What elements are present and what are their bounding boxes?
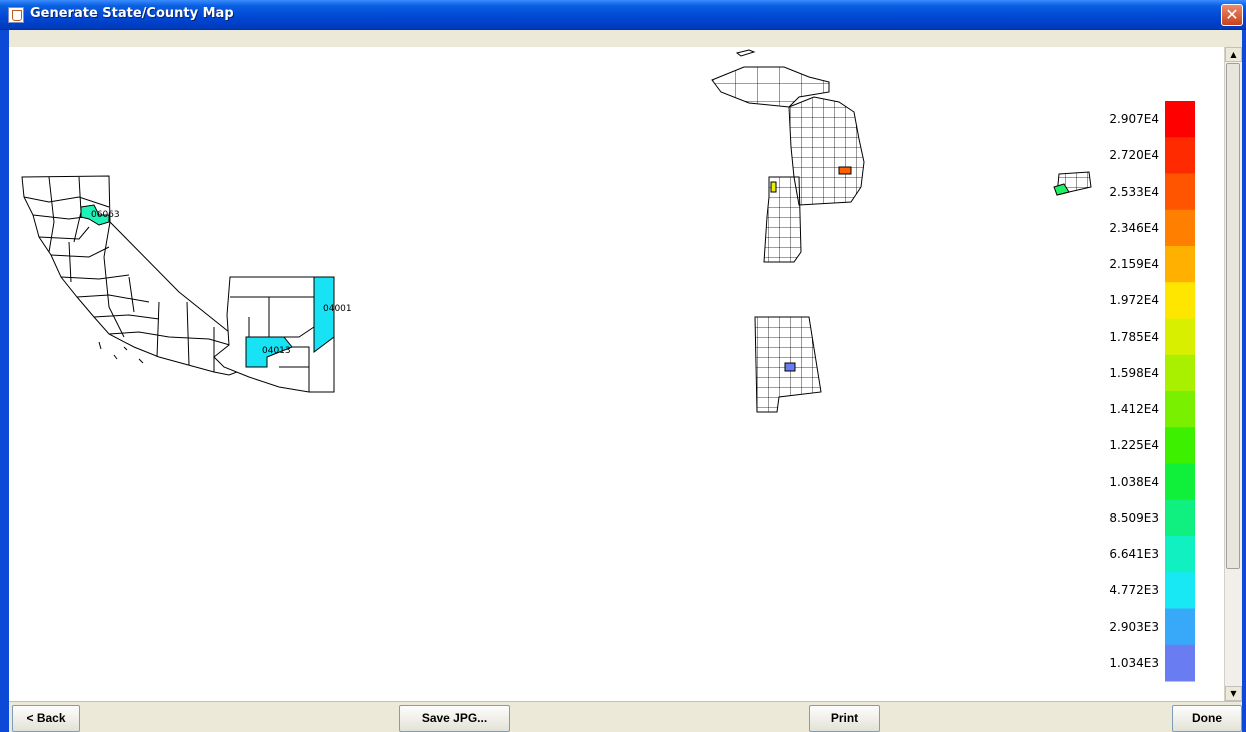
michigan-indiana-map [711, 49, 865, 263]
legend-label: 1.598E4 [1109, 365, 1159, 380]
window-title: Generate State/County Map [30, 6, 234, 21]
map-canvas: 06063 04001 04013 2.907E4 2.720E4 2.533E… [9, 47, 1224, 701]
legend-label: 4.772E3 [1109, 583, 1159, 598]
legend-swatch [1165, 173, 1195, 211]
done-button[interactable]: Done [1172, 705, 1242, 732]
county-orange-highlight [838, 166, 852, 175]
california-map: 06063 [21, 175, 257, 376]
legend-swatch [1165, 209, 1195, 247]
legend-label: 1.038E4 [1109, 474, 1159, 489]
legend-color-bar [1165, 101, 1195, 682]
legend-swatch [1165, 318, 1195, 356]
legend-label: 2.907E4 [1109, 112, 1159, 126]
legend-swatch [1165, 572, 1195, 609]
legend-swatch [1165, 499, 1195, 537]
legend-label: 1.412E4 [1109, 402, 1159, 416]
title-bar: Generate State/County Map ✕ [0, 0, 1246, 30]
connecticut-map [1053, 171, 1092, 196]
county-label-04001: 04001 [323, 304, 352, 314]
legend-label: 2.720E4 [1109, 148, 1159, 163]
legend-swatch [1165, 463, 1195, 501]
legend-label: 6.641E3 [1109, 547, 1159, 561]
legend-label: 1.972E4 [1109, 293, 1159, 308]
county-blue-highlight [784, 362, 796, 372]
scroll-up-arrow-icon[interactable]: ▲ [1225, 47, 1242, 62]
legend-swatch [1165, 282, 1195, 319]
county-yellow-highlight [770, 181, 777, 193]
legend-swatch [1165, 354, 1195, 392]
window-border-left [0, 30, 9, 732]
legend-swatch [1165, 608, 1195, 646]
county-label-04013: 04013 [262, 346, 291, 356]
map-svg: 06063 04001 04013 [21, 49, 1195, 682]
legend-label: 1.034E3 [1109, 655, 1159, 670]
legend-label: 2.159E4 [1109, 257, 1159, 271]
close-button[interactable]: ✕ [1221, 4, 1243, 26]
vertical-scrollbar[interactable]: ▲ ▼ [1224, 47, 1242, 701]
county-label-06063: 06063 [91, 210, 120, 220]
window-border-right [1242, 30, 1246, 732]
legend-label: 1.785E4 [1109, 329, 1159, 344]
legend-swatch [1165, 427, 1195, 464]
legend-label: 2.903E3 [1109, 619, 1159, 634]
alabama-map [754, 316, 822, 413]
scrollbar-thumb[interactable] [1226, 63, 1240, 569]
legend-swatch [1165, 391, 1195, 428]
arizona-map: 04001 04013 [213, 276, 352, 393]
legend-label: 2.346E4 [1109, 220, 1159, 235]
legend-swatch [1165, 644, 1195, 682]
legend-swatch [1165, 246, 1195, 283]
button-bar: < Back Save JPG... Print Done [9, 701, 1242, 732]
legend-swatch [1165, 137, 1195, 174]
legend-swatch [1165, 536, 1195, 573]
save-jpg-button[interactable]: Save JPG... [399, 705, 510, 732]
scroll-down-arrow-icon[interactable]: ▼ [1225, 686, 1242, 701]
legend-swatch [1165, 101, 1195, 138]
legend-label: 8.509E3 [1109, 510, 1159, 525]
legend-label: 1.225E4 [1109, 438, 1159, 453]
print-button[interactable]: Print [809, 705, 880, 732]
legend-label: 2.533E4 [1109, 184, 1159, 199]
back-button[interactable]: < Back [12, 705, 80, 732]
java-app-icon [8, 7, 24, 23]
